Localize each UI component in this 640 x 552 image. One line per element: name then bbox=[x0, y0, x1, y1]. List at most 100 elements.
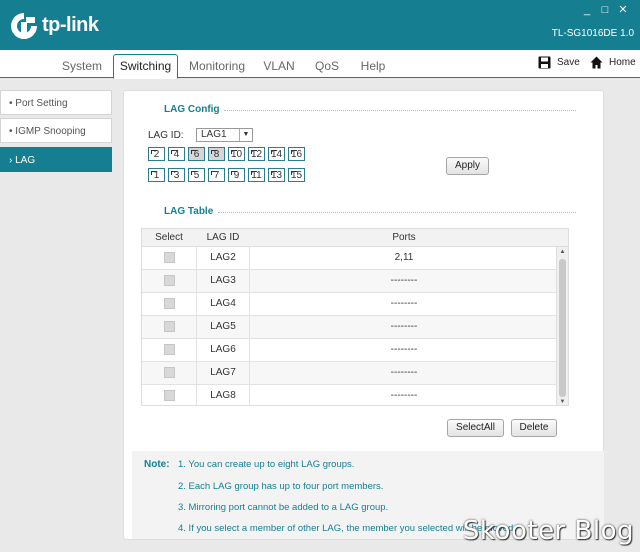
note-item: 1. You can create up to eight LAG groups… bbox=[178, 459, 355, 470]
port-checkbox-5[interactable]: 5 bbox=[188, 168, 205, 182]
column-header-lag-id: LAG ID bbox=[206, 232, 240, 243]
lag-id-cell: LAG7 bbox=[196, 362, 250, 384]
tp-link-logo-icon bbox=[11, 13, 37, 39]
home-icon bbox=[590, 56, 603, 69]
tab-system[interactable]: System bbox=[58, 56, 106, 78]
bullet-icon: • bbox=[9, 126, 13, 137]
tab-switching[interactable]: Switching bbox=[113, 54, 178, 79]
note-title: Note: bbox=[144, 459, 170, 470]
delete-button[interactable]: Delete bbox=[511, 419, 557, 437]
watermark: Skooter Blog bbox=[462, 516, 634, 546]
ports-cell: -------- bbox=[390, 298, 418, 309]
lag-id-cell: LAG3 bbox=[196, 270, 250, 292]
ports-cell: -------- bbox=[390, 275, 418, 286]
scrollbar-thumb[interactable] bbox=[559, 259, 566, 397]
tab-vlan[interactable]: VLAN bbox=[258, 56, 300, 78]
chevron-right-icon: › bbox=[9, 155, 13, 166]
port-checkbox-11[interactable]: 11 bbox=[248, 168, 265, 182]
note-item: 2. Each LAG group has up to four port me… bbox=[178, 481, 384, 492]
minimize-icon[interactable]: _ bbox=[578, 4, 596, 16]
lag-id-cell: LAG2 bbox=[196, 247, 250, 269]
port-checkbox-2[interactable]: 2 bbox=[148, 147, 165, 161]
port-checkbox-6[interactable]: 6 bbox=[188, 147, 205, 161]
sidebar-item-port-setting[interactable]: • Port Setting bbox=[0, 90, 112, 115]
save-label: Save bbox=[557, 57, 580, 68]
app-header: tp-link _ □ ✕ TL-SG1016DE 1.0 bbox=[0, 0, 640, 50]
port-checkbox-16[interactable]: 16 bbox=[288, 147, 305, 161]
row-checkbox[interactable] bbox=[163, 320, 175, 332]
port-checkbox-10[interactable]: 10 bbox=[228, 147, 245, 161]
save-button[interactable]: Save bbox=[538, 56, 580, 69]
sidebar-item-label: Port Setting bbox=[15, 98, 68, 109]
port-checkbox-14[interactable]: 14 bbox=[268, 147, 285, 161]
column-header-select: Select bbox=[155, 232, 183, 243]
tab-bar: System Switching Monitoring VLAN QoS Hel… bbox=[0, 50, 640, 79]
ports-cell: -------- bbox=[390, 390, 418, 401]
lag-id-cell: LAG5 bbox=[196, 316, 250, 338]
tab-qos[interactable]: QoS bbox=[310, 56, 344, 78]
apply-button[interactable]: Apply bbox=[446, 157, 489, 175]
port-checkbox-12[interactable]: 12 bbox=[248, 147, 265, 161]
tab-help[interactable]: Help bbox=[355, 56, 391, 78]
table-row: LAG4 -------- bbox=[142, 293, 558, 316]
divider bbox=[224, 110, 576, 111]
lag-id-cell: LAG8 bbox=[196, 385, 250, 405]
row-checkbox[interactable] bbox=[163, 343, 175, 355]
sidebar-item-lag[interactable]: › LAG bbox=[0, 147, 112, 172]
port-checkbox-9[interactable]: 9 bbox=[228, 168, 245, 182]
device-model: TL-SG1016DE 1.0 bbox=[551, 28, 634, 39]
note-item: 3. Mirroring port cannot be added to a L… bbox=[178, 502, 389, 513]
select-cell bbox=[142, 270, 196, 292]
lag-table: Select LAG ID Ports LAG2 2,11 LAG3 --------… bbox=[141, 228, 569, 406]
port-checkbox-7[interactable]: 7 bbox=[208, 168, 225, 182]
port-checkbox-4[interactable]: 4 bbox=[168, 147, 185, 161]
port-checkbox-1[interactable]: 1 bbox=[148, 168, 165, 182]
ports-cell: -------- bbox=[390, 344, 418, 355]
row-checkbox[interactable] bbox=[163, 366, 175, 378]
table-row: LAG2 2,11 bbox=[142, 247, 558, 270]
save-icon bbox=[538, 56, 551, 69]
scroll-down-icon[interactable]: ▼ bbox=[557, 397, 568, 405]
ports-cell: 2,11 bbox=[394, 252, 414, 263]
port-checkbox-13[interactable]: 13 bbox=[268, 168, 285, 182]
sidebar-item-label: LAG bbox=[15, 155, 36, 166]
ports-cell: -------- bbox=[390, 321, 418, 332]
select-cell bbox=[142, 316, 196, 338]
chevron-down-icon: ▼ bbox=[239, 129, 252, 141]
table-row: LAG3 -------- bbox=[142, 270, 558, 293]
row-checkbox[interactable] bbox=[163, 274, 175, 286]
home-button[interactable]: Home bbox=[590, 56, 636, 69]
lag-id-cell: LAG6 bbox=[196, 339, 250, 361]
port-checkbox-3[interactable]: 3 bbox=[168, 168, 185, 182]
lag-config-title: LAG Config bbox=[164, 104, 220, 115]
sidebar-item-igmp-snooping[interactable]: • IGMP Snooping bbox=[0, 118, 112, 143]
row-checkbox[interactable] bbox=[163, 251, 175, 263]
home-label: Home bbox=[609, 57, 636, 68]
divider bbox=[218, 212, 576, 213]
ports-cell: -------- bbox=[390, 367, 418, 378]
lag-table-title: LAG Table bbox=[164, 206, 214, 217]
close-icon[interactable]: ✕ bbox=[614, 3, 632, 16]
lag-id-label: LAG ID: bbox=[148, 130, 184, 141]
table-scrollbar[interactable]: ▲ ▼ bbox=[556, 247, 568, 405]
row-checkbox[interactable] bbox=[163, 389, 175, 401]
table-row: LAG5 -------- bbox=[142, 316, 558, 339]
scroll-up-icon[interactable]: ▲ bbox=[557, 247, 568, 257]
window-controls: _ □ ✕ bbox=[578, 3, 632, 16]
table-row: LAG8 -------- bbox=[142, 385, 558, 405]
column-header-ports: Ports bbox=[392, 232, 416, 243]
tab-monitoring[interactable]: Monitoring bbox=[186, 56, 248, 78]
lag-id-select[interactable]: LAG1 ▼ bbox=[196, 128, 253, 142]
row-checkbox[interactable] bbox=[163, 297, 175, 309]
port-checkbox-8[interactable]: 8 bbox=[208, 147, 225, 161]
table-row: LAG6 -------- bbox=[142, 339, 558, 362]
port-checkbox-15[interactable]: 15 bbox=[288, 168, 305, 182]
logo-text: tp-link bbox=[42, 14, 99, 36]
table-row: LAG7 -------- bbox=[142, 362, 558, 385]
table-header: Select LAG ID Ports bbox=[142, 229, 568, 247]
select-all-button[interactable]: SelectAll bbox=[447, 419, 504, 437]
maximize-icon[interactable]: □ bbox=[596, 4, 614, 16]
lag-id-cell: LAG4 bbox=[196, 293, 250, 315]
select-cell bbox=[142, 385, 196, 405]
select-cell bbox=[142, 247, 196, 269]
